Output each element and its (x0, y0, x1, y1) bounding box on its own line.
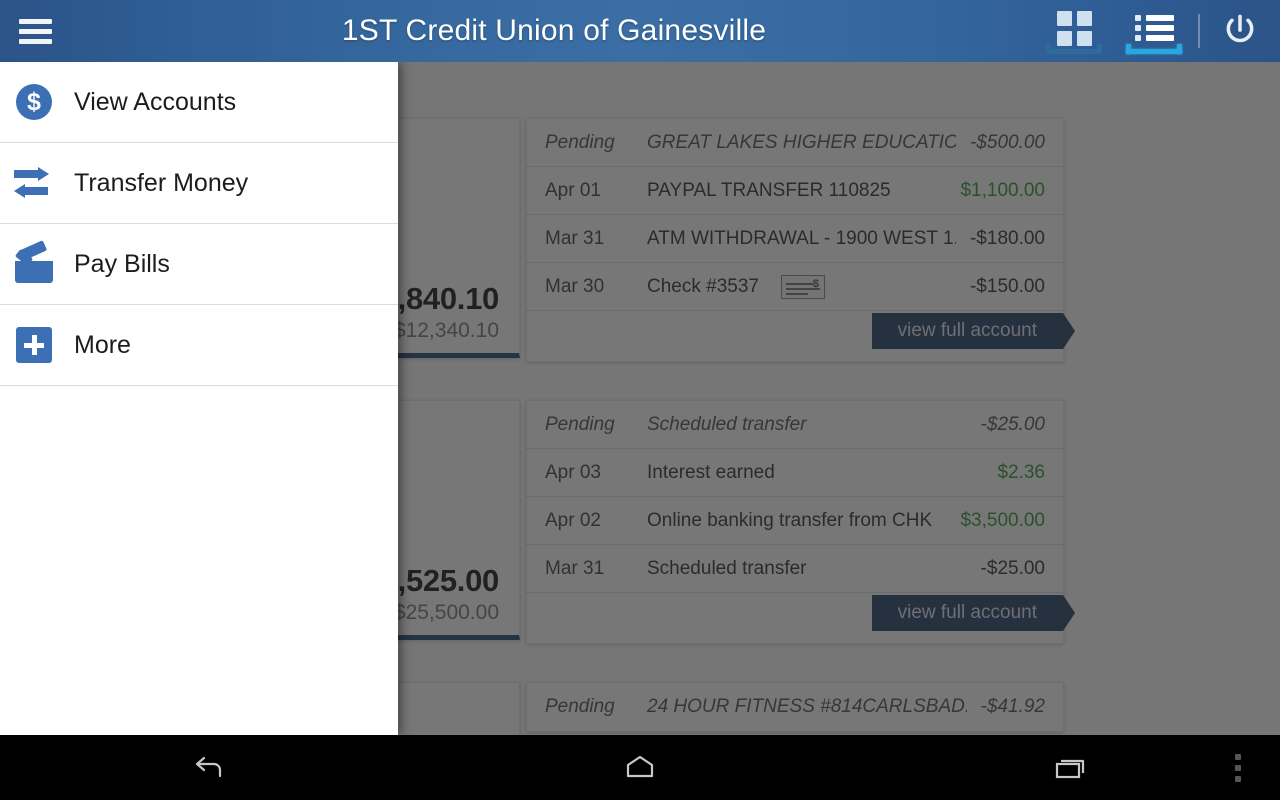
app-root: Checking $12,840.10 $12,340.10 Pending G… (0, 0, 1280, 800)
header-divider (1198, 14, 1200, 48)
transfer-arrows-icon (14, 163, 54, 203)
home-icon (626, 755, 654, 777)
drawer-item-transfer-money[interactable]: Transfer Money (0, 143, 398, 224)
drawer-item-label: Transfer Money (74, 168, 249, 197)
back-button[interactable] (175, 735, 245, 800)
drawer-item-pay-bills[interactable]: Pay Bills (0, 224, 398, 305)
overflow-dot (1235, 753, 1241, 760)
back-icon (195, 756, 222, 777)
drawer-item-label: More (74, 330, 131, 359)
grid-view-icon (1056, 10, 1092, 46)
home-button[interactable] (605, 735, 675, 800)
recent-apps-icon (1055, 759, 1085, 778)
list-view-button[interactable] (1114, 0, 1194, 62)
power-icon (1226, 14, 1254, 43)
android-navigation-bar (0, 735, 1280, 800)
drawer-item-label: Pay Bills (74, 249, 170, 278)
page-title: 1ST Credit Union of Gainesville (341, 14, 767, 47)
overflow-dot (1235, 775, 1241, 782)
drawer-item-view-accounts[interactable]: $ View Accounts (0, 62, 398, 143)
navigation-drawer: $ View Accounts Transfer Money Pay Bills (0, 62, 398, 735)
overflow-menu-button[interactable] (1216, 735, 1260, 800)
header-actions (1034, 0, 1280, 62)
drawer-item-more[interactable]: More (0, 305, 398, 386)
hamburger-menu-icon[interactable] (4, 0, 66, 62)
list-view-icon (1134, 15, 1174, 41)
plus-square-icon (14, 325, 54, 365)
grid-view-indicator (1046, 44, 1102, 54)
app-header: 1ST Credit Union of Gainesville (0, 0, 1280, 62)
grid-view-button[interactable] (1034, 0, 1114, 62)
overflow-dot (1235, 764, 1241, 771)
list-view-indicator (1126, 44, 1182, 54)
recent-apps-button[interactable] (1035, 735, 1105, 800)
power-button[interactable] (1212, 0, 1268, 62)
envelope-pen-icon (14, 240, 54, 284)
drawer-item-label: View Accounts (74, 87, 237, 116)
dollar-circle-icon: $ (14, 82, 54, 122)
